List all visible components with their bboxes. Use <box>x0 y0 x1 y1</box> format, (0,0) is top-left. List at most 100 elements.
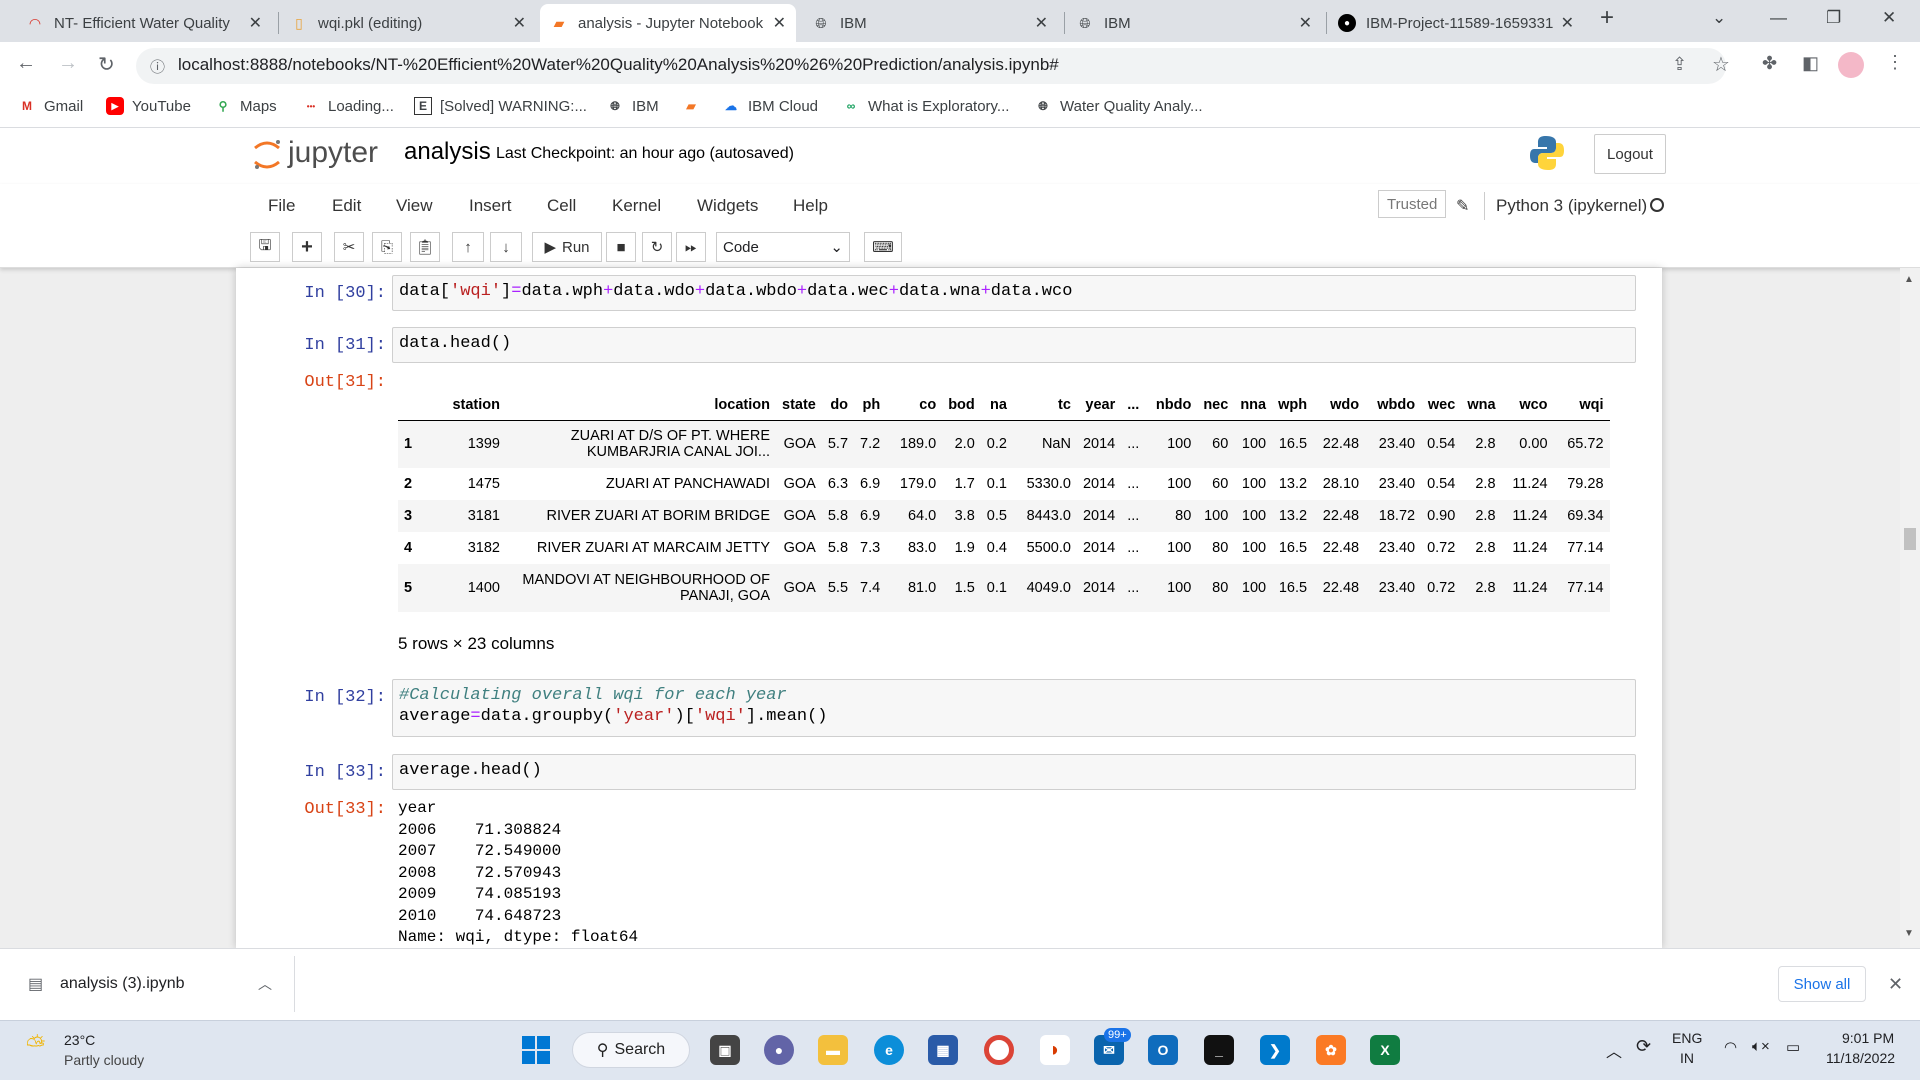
copy-icon[interactable]: ⎘ <box>372 232 402 262</box>
language-primary[interactable]: ENG <box>1672 1030 1702 1046</box>
window-close-icon[interactable]: ✕ <box>1882 8 1896 28</box>
bookmark-ibm[interactable]: 🌐︎ IBM <box>606 97 658 115</box>
tab-github-project[interactable]: ● IBM-Project-11589-1659331 ✕ <box>1328 4 1584 42</box>
insert-cell-icon[interactable]: + <box>292 232 322 262</box>
weather-temp[interactable]: 23°C <box>64 1032 95 1048</box>
menu-view[interactable]: View <box>396 196 433 216</box>
code-cell-30[interactable]: data['wqi']=data.wph+data.wdo+data.wbdo+… <box>392 275 1636 311</box>
chrome-icon[interactable] <box>984 1035 1014 1065</box>
menu-cell[interactable]: Cell <box>547 196 576 216</box>
chevron-up-icon[interactable]: ︿ <box>1606 1038 1622 1062</box>
minimize-icon[interactable]: — <box>1770 8 1787 28</box>
new-tab-icon[interactable]: + <box>1600 4 1614 32</box>
close-download-bar-icon[interactable]: ✕ <box>1888 974 1903 995</box>
cell-type-select[interactable]: Code ⌄ <box>716 232 850 262</box>
tab-ibm-2[interactable]: 🌐︎ IBM ✕ <box>1066 4 1322 42</box>
show-all-button[interactable]: Show all <box>1778 966 1866 1002</box>
share-icon[interactable]: ⇪ <box>1672 54 1687 75</box>
code-cell-33[interactable]: average.head() <box>392 754 1636 790</box>
stop-icon[interactable]: ■ <box>606 232 636 262</box>
menu-edit[interactable]: Edit <box>332 196 361 216</box>
office-icon[interactable]: ◗ <box>1040 1035 1070 1065</box>
tab-ibm-1[interactable]: 🌐︎ IBM ✕ <box>802 4 1058 42</box>
wifi-icon[interactable]: ◠ <box>1724 1038 1737 1056</box>
download-item[interactable]: analysis (3).ipynb <box>60 975 185 993</box>
language-region[interactable]: IN <box>1680 1050 1694 1066</box>
fast-forward-icon[interactable]: ⏩︎ <box>676 232 706 262</box>
scroll-thumb[interactable] <box>1904 528 1916 550</box>
vscode-icon[interactable]: ❯ <box>1260 1035 1290 1065</box>
extensions-icon[interactable]: ✤ <box>1762 53 1777 74</box>
keyboard-icon[interactable]: ⌨ <box>864 232 902 262</box>
bookmark-water-quality[interactable]: 🌐︎ Water Quality Analy... <box>1034 97 1202 115</box>
cut-icon[interactable]: ✂ <box>334 232 364 262</box>
side-panel-icon[interactable]: ◧ <box>1802 53 1819 74</box>
close-icon[interactable]: ✕ <box>513 13 526 33</box>
menu-insert[interactable]: Insert <box>469 196 512 216</box>
info-icon[interactable]: ⓘ <box>150 56 165 77</box>
notebook-title[interactable]: analysis <box>404 138 491 166</box>
logout-button[interactable]: Logout <box>1594 134 1666 174</box>
sync-icon[interactable]: ⟳ <box>1636 1036 1651 1057</box>
tab-wqi-pkl[interactable]: ▯ wqi.pkl (editing) ✕ <box>280 4 536 42</box>
trusted-indicator[interactable]: Trusted <box>1378 190 1447 218</box>
task-view-icon[interactable]: ▣ <box>710 1035 740 1065</box>
battery-icon[interactable]: ▭ <box>1786 1038 1800 1056</box>
weather-icon[interactable]: ⛅︎ <box>26 1032 45 1060</box>
kebab-menu-icon[interactable]: ⋮ <box>1886 52 1904 73</box>
windows-start-icon[interactable] <box>522 1036 550 1064</box>
move-down-icon[interactable]: ↓ <box>490 232 522 262</box>
file-explorer-icon[interactable]: ▬ <box>818 1035 848 1065</box>
store-icon[interactable]: ▦ <box>928 1035 958 1065</box>
restart-icon[interactable]: ↻ <box>642 232 672 262</box>
tab-water-quality[interactable]: ◠ NT- Efficient Water Quality ✕ <box>16 4 272 42</box>
menu-kernel[interactable]: Kernel <box>612 196 661 216</box>
tab-search-chevron-icon[interactable]: ⌄ <box>1712 8 1726 28</box>
scrollbar[interactable]: ▲ ▼ <box>1900 268 1920 948</box>
xampp-icon[interactable]: ✿ <box>1316 1035 1346 1065</box>
run-button[interactable]: ▶ Run <box>532 232 602 262</box>
chat-icon[interactable]: ● <box>764 1035 794 1065</box>
bookmark-star-icon[interactable]: ☆ <box>1712 52 1730 77</box>
outlook-icon[interactable]: O <box>1148 1035 1178 1065</box>
close-icon[interactable]: ✕ <box>1299 13 1312 33</box>
close-icon[interactable]: ✕ <box>773 13 786 33</box>
move-up-icon[interactable]: ↑ <box>452 232 484 262</box>
forward-icon[interactable]: → <box>58 52 78 75</box>
menu-widgets[interactable]: Widgets <box>697 196 758 216</box>
bookmark-solved-warning[interactable]: E [Solved] WARNING:... <box>414 97 587 115</box>
taskbar-search[interactable]: ⚲ Search <box>572 1032 690 1068</box>
bookmark-jupyter[interactable]: ▰ <box>682 97 708 115</box>
clock-time[interactable]: 9:01 PM <box>1842 1030 1894 1046</box>
volume-muted-icon[interactable]: 🔈︎× <box>1752 1038 1770 1055</box>
chevron-up-icon[interactable]: ︿ <box>258 974 272 994</box>
jupyter-logo-icon[interactable] <box>252 136 282 172</box>
scroll-down-icon[interactable]: ▼ <box>1904 928 1914 939</box>
tab-analysis-jupyter[interactable]: ▰ analysis - Jupyter Notebook ✕ <box>540 4 796 42</box>
url-text[interactable]: localhost:8888/notebooks/NT-%20Efficient… <box>178 55 1059 75</box>
terminal-icon[interactable]: _ <box>1204 1035 1234 1065</box>
close-icon[interactable]: ✕ <box>1035 13 1048 33</box>
kernel-name[interactable]: Python 3 (ipykernel) <box>1496 196 1647 216</box>
back-icon[interactable]: ← <box>16 52 36 75</box>
bookmark-youtube[interactable]: ▶ YouTube <box>106 97 191 115</box>
bookmark-maps[interactable]: ⚲ Maps <box>214 97 277 115</box>
pencil-icon[interactable]: ✎ <box>1456 196 1469 216</box>
bookmark-exploratory[interactable]: ∞ What is Exploratory... <box>842 97 1010 115</box>
avatar[interactable] <box>1838 52 1864 78</box>
close-icon[interactable]: ✕ <box>1561 13 1574 33</box>
code-cell-32[interactable]: #Calculating overall wqi for each year a… <box>392 679 1636 737</box>
bookmark-gmail[interactable]: M Gmail <box>18 97 83 115</box>
menu-help[interactable]: Help <box>793 196 828 216</box>
close-icon[interactable]: ✕ <box>249 13 262 33</box>
reload-icon[interactable]: ↻ <box>98 52 115 77</box>
scroll-up-icon[interactable]: ▲ <box>1904 274 1914 285</box>
save-icon[interactable]: 🖫︎ <box>250 232 280 262</box>
paste-icon[interactable]: 📋︎ <box>410 232 440 262</box>
excel-icon[interactable]: X <box>1370 1035 1400 1065</box>
edge-icon[interactable]: e <box>874 1035 904 1065</box>
bookmark-loading[interactable]: ••• Loading... <box>302 97 394 115</box>
code-cell-31[interactable]: data.head() <box>392 327 1636 363</box>
restore-icon[interactable]: ❐ <box>1826 8 1841 28</box>
jupyter-wordmark[interactable]: jupyter <box>288 136 378 170</box>
